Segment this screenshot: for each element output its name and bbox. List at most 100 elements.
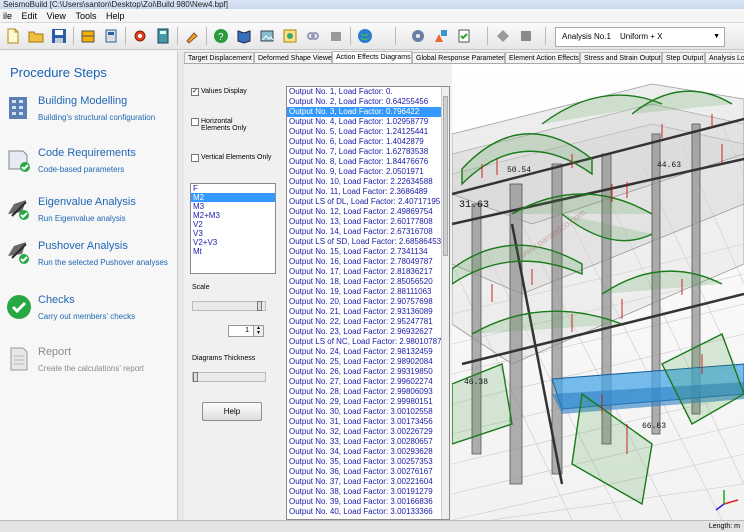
menu-view[interactable]: View [47,11,66,21]
output-row[interactable]: Output No. 15, Load Factor: 2.7341134 [287,247,449,257]
output-row[interactable]: Output No. 28, Load Factor: 2.99806093 [287,387,449,397]
output-row[interactable]: Output No. 17, Load Factor: 2.81836217 [287,267,449,277]
output-row[interactable]: Output No. 10, Load Factor: 2.22634588 [287,177,449,187]
output-row[interactable]: Output No. 24, Load Factor: 2.98132459 [287,347,449,357]
tab-stress-strain-output[interactable]: Stress and Strain Output [580,52,662,63]
sections-icon[interactable] [101,26,121,46]
output-row[interactable]: Output No. 2, Load Factor: 0.64255456 [287,97,449,107]
output-row[interactable]: Output No. 33, Load Factor: 3.00280657 [287,437,449,447]
globe-icon[interactable] [355,26,375,46]
action-effect-item[interactable]: M3 [191,202,275,211]
action-effect-item[interactable]: V3 [191,229,275,238]
save-icon[interactable] [49,26,69,46]
output-row[interactable]: Output LS of NC, Load Factor: 2.98010787 [287,337,449,347]
help-button[interactable]: Help [202,402,262,421]
tab-element-action-effects[interactable]: Element Action Effects [505,52,580,63]
thickness-slider[interactable] [192,372,266,382]
calculator-icon[interactable] [153,26,173,46]
output-row[interactable]: Output No. 26, Load Factor: 2.99319850 [287,367,449,377]
tab-deformed-shape-viewer[interactable]: Deformed Shape Viewer [254,52,334,63]
output-row[interactable]: Output No. 37, Load Factor: 3.00221604 [287,477,449,487]
action-effect-item[interactable]: Mt [191,247,275,256]
output-row[interactable]: Output No. 4, Load Factor: 1.02958779 [287,117,449,127]
help-icon[interactable]: ? [211,26,231,46]
output-row[interactable]: Output No. 29, Load Factor: 2.99980151 [287,397,449,407]
gray-icon[interactable] [326,26,346,46]
tab-global-response-parameters[interactable]: Global Response Parameters [412,52,508,63]
output-row[interactable]: Output No. 13, Load Factor: 2.60177808 [287,217,449,227]
action-effect-item[interactable]: M2 [191,193,275,202]
building-icon[interactable] [78,26,98,46]
output-row[interactable]: Output No. 3, Load Factor: 0.796422 [287,107,449,117]
output-row[interactable]: Output No. 18, Load Factor: 2.85056520 [287,277,449,287]
tab-analysis-log[interactable]: Analysis Lo [705,52,744,63]
gear-icon[interactable] [408,26,428,46]
link-icon[interactable] [303,26,323,46]
paint-icon[interactable] [182,26,202,46]
output-row[interactable]: Output LS of SD, Load Factor: 2.68586453 [287,237,449,247]
new-icon[interactable] [3,26,23,46]
output-row[interactable]: Output No. 1, Load Factor: 0. [287,87,449,97]
image-icon[interactable] [257,26,277,46]
output-row[interactable]: Output No. 38, Load Factor: 3.00191279 [287,487,449,497]
output-row[interactable]: Output No. 11, Load Factor: 2.3686489 [287,187,449,197]
tab-target-displacement[interactable]: Target Displacement [184,52,254,63]
action-effect-item[interactable]: F [191,184,275,193]
menu-tools[interactable]: Tools [75,11,96,21]
vertical-elements-checkbox[interactable]: Vertical Elements Only [191,154,271,162]
action-effect-list[interactable]: F M2 M3 M2+M3 V2 V3 V2+V3 Mt [190,183,276,274]
output-row[interactable]: Output No. 14, Load Factor: 2.67316708 [287,227,449,237]
tab-step-output[interactable]: Step Output [662,52,705,63]
stepper-arrows-icon[interactable]: ▲ ▼ [253,326,263,336]
checklist-icon[interactable] [454,26,474,46]
action-effect-item[interactable]: M2+M3 [191,211,275,220]
output-row[interactable]: Output No. 25, Load Factor: 2.98902084 [287,357,449,367]
shapes-icon[interactable] [431,26,451,46]
output-list-scrollbar[interactable] [441,87,449,519]
output-row[interactable]: Output No. 8, Load Factor: 1.84476676 [287,157,449,167]
scale-slider[interactable] [192,301,266,311]
panel-splitter[interactable] [178,51,184,520]
output-row[interactable]: Output No. 7, Load Factor: 1.62783538 [287,147,449,157]
action-effect-item[interactable]: V2+V3 [191,238,275,247]
book-icon[interactable] [234,26,254,46]
output-row[interactable]: Output No. 39, Load Factor: 3.00166836 [287,497,449,507]
menu-file[interactable]: ile [3,11,12,21]
open-icon[interactable] [26,26,46,46]
tab-action-effects-diagrams[interactable]: Action Effects Diagrams [332,51,412,63]
horizontal-elements-checkbox[interactable]: Horizontal Elements Only [191,118,263,132]
menu-edit[interactable]: Edit [22,11,38,21]
square-icon[interactable] [516,26,536,46]
scale-stepper[interactable]: 1 ▲ ▼ [228,325,264,337]
output-row[interactable]: Output No. 6, Load Factor: 1.4042879 [287,137,449,147]
values-display-checkbox[interactable]: ✓ Values Display [191,88,247,96]
output-row[interactable]: Output No. 19, Load Factor: 2.88111063 [287,287,449,297]
output-row[interactable]: Output No. 5, Load Factor: 1.24125441 [287,127,449,137]
chevron-down-icon[interactable]: ▼ [713,28,720,46]
scale-slider-handle[interactable] [257,301,262,311]
scrollbar-thumb[interactable] [443,96,448,256]
output-row[interactable]: Output No. 12, Load Factor: 2.49869754 [287,207,449,217]
analysis-selector[interactable]: Analysis No.1 Uniform + X ▼ [555,27,725,47]
action-effect-item[interactable]: V2 [191,220,275,229]
output-row[interactable]: Output No. 35, Load Factor: 3.00257353 [287,457,449,467]
output-row[interactable]: Output No. 34, Load Factor: 3.00293628 [287,447,449,457]
output-step-list[interactable]: Output No. 1, Load Factor: 0. Output No. … [286,86,450,520]
output-row[interactable]: Output No. 22, Load Factor: 2.95247781 [287,317,449,327]
output-row[interactable]: Output No. 36, Load Factor: 3.00276167 [287,467,449,477]
output-row[interactable]: Output No. 40, Load Factor: 3.00133366 [287,507,449,517]
thickness-slider-handle[interactable] [193,372,198,382]
output-row[interactable]: Output No. 16, Load Factor: 2.78049787 [287,257,449,267]
settings-icon[interactable] [130,26,150,46]
output-row[interactable]: Output No. 21, Load Factor: 2.93136089 [287,307,449,317]
output-row[interactable]: Output No. 32, Load Factor: 3.00226729 [287,427,449,437]
web-icon[interactable] [280,26,300,46]
diamond-icon[interactable] [493,26,513,46]
output-row[interactable]: Output No. 9, Load Factor: 2.0501971 [287,167,449,177]
output-row[interactable]: Output No. 23, Load Factor: 2.96932627 [287,327,449,337]
output-row[interactable]: Output No. 20, Load Factor: 2.90757698 [287,297,449,307]
menu-help[interactable]: Help [106,11,125,21]
output-row[interactable]: Output LS of DL, Load Factor: 2.40717195 [287,197,449,207]
output-row[interactable]: Output No. 30, Load Factor: 3.00102558 [287,407,449,417]
output-row[interactable]: Output No. 31, Load Factor: 3.00173456 [287,417,449,427]
